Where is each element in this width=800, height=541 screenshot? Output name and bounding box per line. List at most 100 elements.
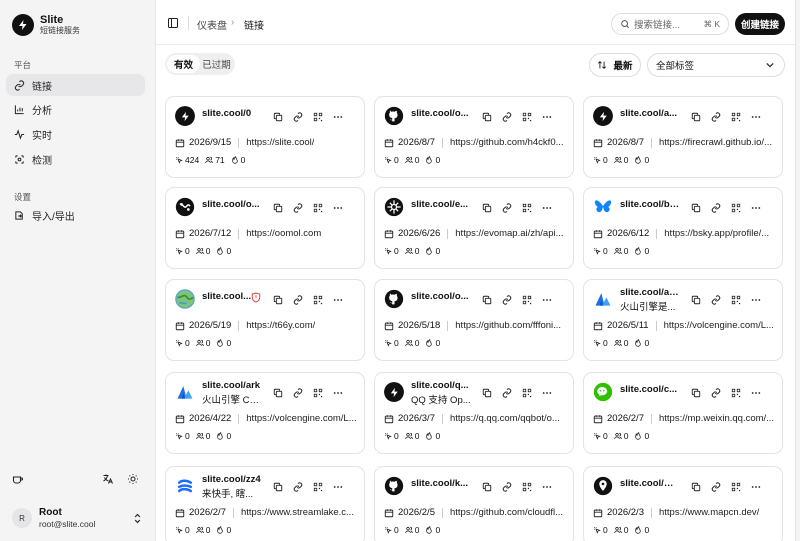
tag-filter-select[interactable]: 全部标签 (647, 53, 785, 77)
destination-url[interactable]: https://github.com/h4ckf0... (450, 137, 564, 148)
qr-code-icon[interactable] (731, 202, 741, 213)
more-icon[interactable] (542, 294, 552, 304)
copy-icon[interactable] (273, 481, 283, 492)
link-icon[interactable] (711, 202, 721, 213)
qr-code-icon[interactable] (522, 202, 532, 213)
link-card[interactable]: slite.cool/c... 2026/2/7 https://mp.weix… (583, 372, 783, 454)
more-icon[interactable] (333, 387, 343, 397)
breadcrumb-dashboard[interactable]: 仪表盘 (197, 17, 227, 32)
tab-active[interactable]: 有效 (167, 55, 200, 73)
qr-code-icon[interactable] (313, 481, 323, 492)
destination-url[interactable]: https://github.com/fffoni... (455, 320, 561, 331)
link-card[interactable]: slite.cool/a... 2026/8/7 https://firecra… (583, 96, 783, 178)
copy-icon[interactable] (691, 387, 701, 398)
link-card[interactable]: slite.cool/k... 2026/2/5 https://github.… (374, 466, 574, 541)
destination-url[interactable]: https://mp.weixin.qq.com/... (659, 413, 774, 424)
link-card[interactable]: slite.cool/o... 2026/8/7 https://github.… (374, 96, 574, 178)
link-icon[interactable] (711, 111, 721, 122)
short-link[interactable]: slite.cool/c... (620, 384, 680, 395)
more-icon[interactable] (333, 202, 343, 212)
short-link[interactable]: slite.cool/m... (620, 478, 680, 489)
qr-code-icon[interactable] (313, 294, 323, 305)
short-link[interactable]: slite.cool/q... (411, 380, 471, 391)
short-link[interactable]: slite.cool/o... (411, 291, 471, 302)
copy-icon[interactable] (691, 481, 701, 492)
qr-code-icon[interactable] (313, 387, 323, 398)
more-icon[interactable] (333, 111, 343, 121)
short-link[interactable]: slite.cool/a... (620, 108, 680, 119)
link-icon[interactable] (293, 111, 303, 122)
more-icon[interactable] (333, 481, 343, 491)
link-icon[interactable] (502, 294, 512, 305)
destination-url[interactable]: https://volcengine.com/L... (664, 320, 774, 331)
short-link[interactable]: slite.cool/ar... (620, 287, 680, 298)
more-icon[interactable] (751, 481, 761, 491)
link-card[interactable]: slite.cool/ar... 火山引擎是... 2026/5/11 http… (583, 279, 783, 361)
link-card[interactable]: slite.cool... 2026/5/19 https://t66y.com… (165, 279, 365, 361)
copy-icon[interactable] (273, 202, 283, 213)
qr-code-icon[interactable] (522, 111, 532, 122)
destination-url[interactable]: https://www.streamlake.c... (241, 507, 354, 518)
destination-url[interactable]: https://firecrawl.github.io/... (659, 137, 772, 148)
copy-icon[interactable] (482, 111, 492, 122)
more-icon[interactable] (751, 387, 761, 397)
copy-icon[interactable] (482, 481, 492, 492)
qr-code-icon[interactable] (522, 481, 532, 492)
destination-url[interactable]: https://oomol.com (246, 228, 321, 239)
link-card[interactable]: slite.cool/zz4 来快手, 瞎... 2026/2/7 https:… (165, 466, 365, 541)
link-card[interactable]: slite.cool/0 2026/9/15 https://slite.coo… (165, 96, 365, 178)
link-icon[interactable] (711, 294, 721, 305)
short-link[interactable]: slite.cool/ark (202, 380, 262, 391)
search-input[interactable]: 搜索链接... ⌘ K (611, 13, 729, 35)
link-card[interactable]: slite.cool/q... QQ 支持 Op... 2026/3/7 htt… (374, 372, 574, 454)
copy-icon[interactable] (482, 202, 492, 213)
short-link[interactable]: slite.cool/e... (411, 199, 471, 210)
copy-icon[interactable] (482, 387, 492, 398)
qr-code-icon[interactable] (731, 481, 741, 492)
copy-icon[interactable] (273, 387, 283, 398)
destination-url[interactable]: https://slite.cool/ (246, 137, 314, 148)
sidebar-item-detection[interactable]: 检测 (6, 148, 145, 170)
link-icon[interactable] (293, 481, 303, 492)
copy-icon[interactable] (273, 294, 283, 305)
copy-icon[interactable] (691, 294, 701, 305)
copy-icon[interactable] (691, 202, 701, 213)
link-icon[interactable] (711, 387, 721, 398)
coffee-icon[interactable] (12, 473, 24, 485)
more-icon[interactable] (751, 202, 761, 212)
sidebar-item-import-export[interactable]: 导入/导出 (6, 204, 145, 226)
qr-code-icon[interactable] (313, 202, 323, 213)
translate-icon[interactable] (102, 473, 114, 485)
copy-icon[interactable] (691, 111, 701, 122)
sidebar-item-analytics[interactable]: 分析 (6, 98, 145, 120)
short-link[interactable]: slite.cool/0 (202, 108, 262, 119)
link-card[interactable]: slite.cool/bl... 2026/6/12 https://bsky.… (583, 187, 783, 269)
link-icon[interactable] (502, 387, 512, 398)
more-icon[interactable] (751, 111, 761, 121)
more-icon[interactable] (542, 481, 552, 491)
link-icon[interactable] (293, 294, 303, 305)
sort-button[interactable]: 最新 (589, 53, 641, 77)
destination-url[interactable]: https://volcengine.com/L... (246, 413, 356, 424)
tab-expired[interactable]: 已过期 (200, 55, 233, 73)
qr-code-icon[interactable] (731, 294, 741, 305)
short-link[interactable]: slite.cool/k... (411, 478, 471, 489)
link-icon[interactable] (502, 202, 512, 213)
more-icon[interactable] (333, 294, 343, 304)
qr-code-icon[interactable] (522, 294, 532, 305)
destination-url[interactable]: https://evomap.ai/zh/api... (455, 228, 563, 239)
qr-code-icon[interactable] (522, 387, 532, 398)
link-card[interactable]: slite.cool/m... 2026/2/3 https://www.map… (583, 466, 783, 541)
more-icon[interactable] (542, 111, 552, 121)
more-icon[interactable] (542, 202, 552, 212)
copy-icon[interactable] (482, 294, 492, 305)
link-icon[interactable] (293, 202, 303, 213)
sidebar-toggle-icon[interactable] (167, 17, 179, 29)
link-icon[interactable] (502, 111, 512, 122)
link-card[interactable]: slite.cool/o... 2026/5/18 https://github… (374, 279, 574, 361)
qr-code-icon[interactable] (731, 111, 741, 122)
destination-url[interactable]: https://github.com/cloudfl... (450, 507, 563, 518)
destination-url[interactable]: https://t66y.com/ (246, 320, 315, 331)
short-link[interactable]: slite.cool/zz4 (202, 474, 262, 485)
link-card[interactable]: slite.cool/ark 火山引擎 Co... 2026/4/22 http… (165, 372, 365, 454)
